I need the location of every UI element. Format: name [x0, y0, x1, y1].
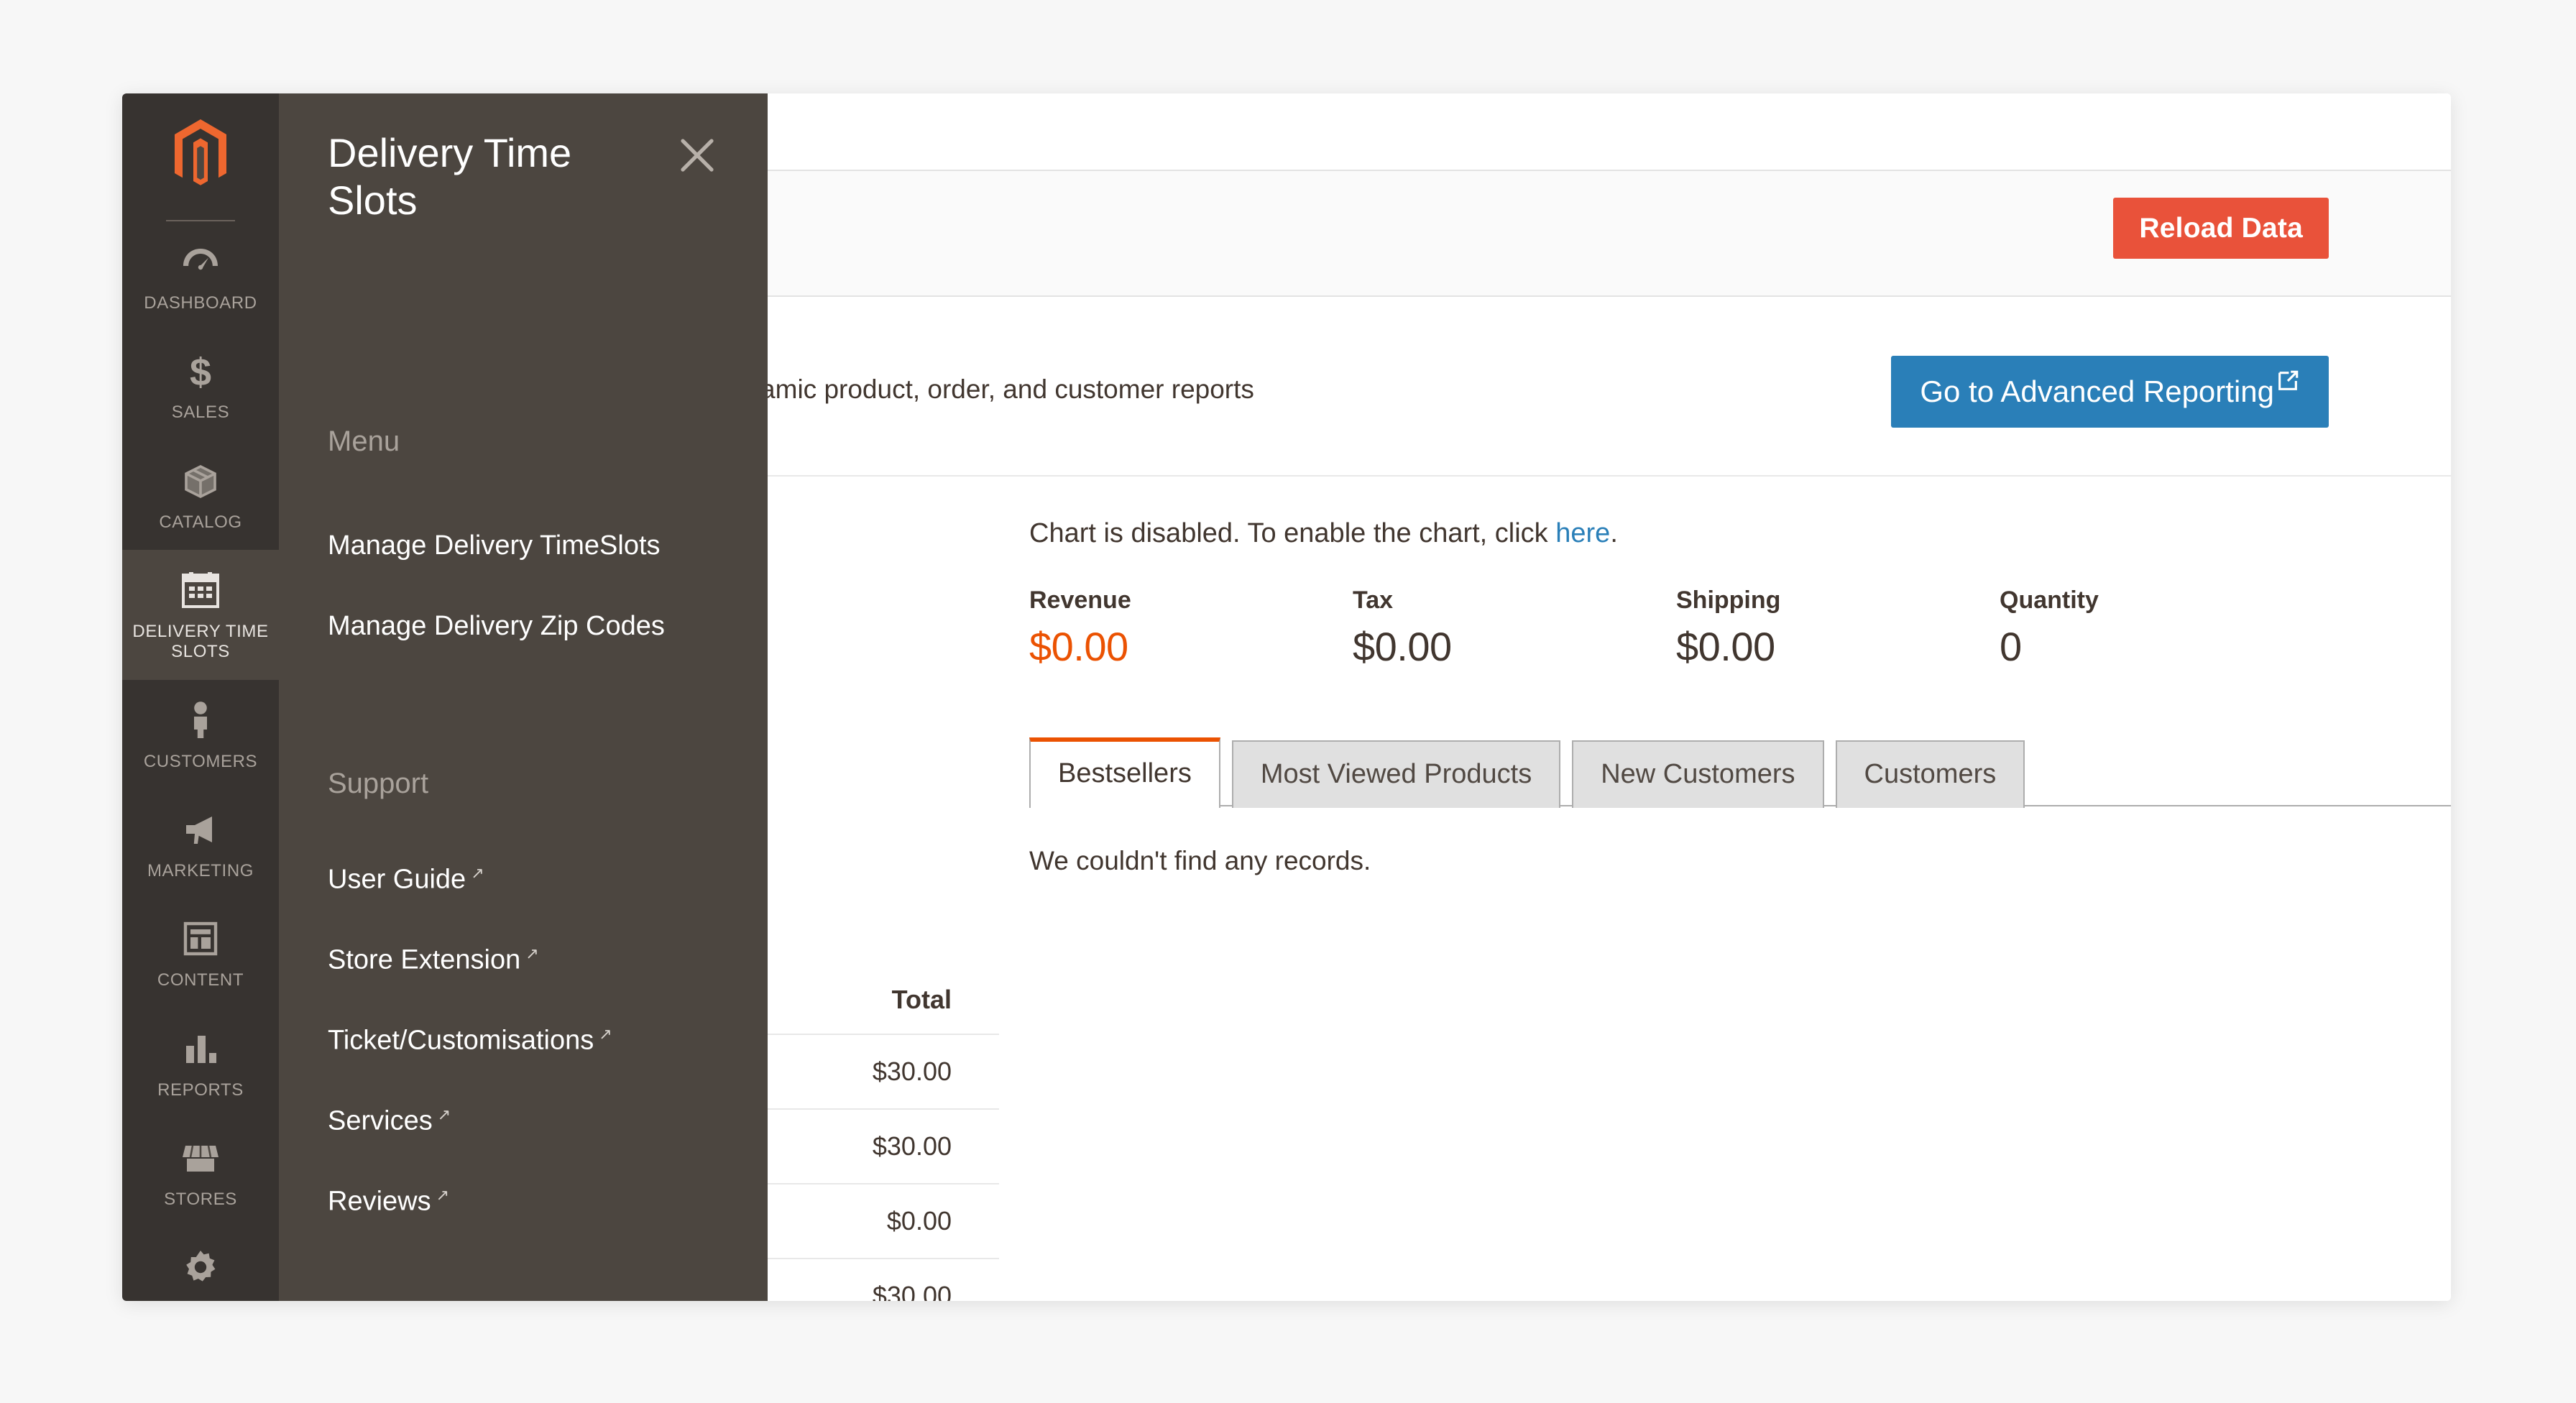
flyout-link-reviews[interactable]: Reviews ↗︎ — [328, 1186, 449, 1218]
flyout-title: Delivery Time Slots — [328, 130, 572, 224]
sidebar-item-label: CONTENT — [157, 970, 244, 990]
external-link-icon: ↗︎ — [436, 1186, 450, 1204]
sidebar-item-catalog[interactable]: CATALOG — [122, 441, 279, 550]
dollar-icon: $ — [125, 349, 276, 392]
dashboard-tabs: Bestsellers Most Viewed Products New Cus… — [1000, 737, 2451, 808]
chart-disabled-period: . — [1610, 518, 1618, 548]
sidebar-item-stores[interactable]: STORES — [122, 1118, 279, 1227]
stats-row: Revenue $0.00 Tax $0.00 Shipping $0.00 Q… — [1029, 586, 2451, 670]
person-icon — [125, 699, 276, 742]
admin-sidebar: DASHBOARD $ SALES CATALOG DELIVERY TIME … — [122, 93, 279, 1301]
admin-window: Reload Data d of your business' performa… — [122, 93, 2451, 1301]
flyout-link-manage-delivery-timeslots[interactable]: Manage Delivery TimeSlots — [328, 530, 661, 561]
tab-new-customers[interactable]: New Customers — [1572, 740, 1824, 808]
stat-label: Quantity — [2000, 586, 2099, 614]
megaphone-icon — [125, 808, 276, 851]
layout-icon — [125, 917, 276, 960]
reload-data-button[interactable]: Reload Data — [2113, 198, 2329, 259]
stat-label: Shipping — [1676, 586, 1781, 614]
stat-label: Revenue — [1029, 586, 1131, 614]
stat-value: $0.00 — [1029, 624, 1128, 669]
close-icon[interactable] — [676, 134, 719, 177]
sidebar-item-dashboard[interactable]: DASHBOARD — [122, 221, 279, 331]
enable-chart-link[interactable]: here — [1555, 518, 1610, 548]
gear-icon — [125, 1246, 276, 1289]
chart-disabled-text: Chart is disabled. To enable the chart, … — [1029, 518, 1556, 548]
delivery-time-slots-flyout: Delivery Time Slots Menu Manage Delivery… — [279, 93, 768, 1301]
flyout-link-store-extension[interactable]: Store Extension ↗︎ — [328, 944, 539, 976]
calendar-icon — [125, 569, 276, 612]
external-link-icon: ↗︎ — [471, 864, 484, 882]
flyout-link-manage-delivery-zip-codes[interactable]: Manage Delivery Zip Codes — [328, 611, 665, 642]
stat-quantity: Quantity 0 — [2000, 586, 2099, 670]
external-link-icon: ↗︎ — [525, 944, 539, 962]
sidebar-item-label: CATALOG — [159, 512, 242, 532]
external-link-icon: ↗︎ — [437, 1105, 451, 1123]
sidebar-item-label: SYSTEM — [125, 1299, 276, 1301]
flyout-menu-heading: Menu — [328, 426, 400, 457]
gauge-icon — [125, 240, 276, 283]
sidebar-item-label: DASHBOARD — [144, 293, 257, 313]
magento-logo-icon[interactable] — [122, 93, 279, 214]
chart-disabled-message: Chart is disabled. To enable the chart, … — [1029, 518, 2451, 549]
box-icon — [125, 459, 276, 502]
sidebar-item-customers[interactable]: CUSTOMERS — [122, 680, 279, 789]
sidebar-item-label: CUSTOMERS — [143, 751, 258, 771]
sidebar-item-label: STORES — [164, 1189, 237, 1209]
go-to-advanced-reporting-button[interactable]: Go to Advanced Reporting — [1891, 356, 2329, 428]
advanced-reporting-button-label: Go to Advanced Reporting — [1920, 374, 2274, 408]
flyout-link-user-guide[interactable]: User Guide ↗︎ — [328, 864, 484, 896]
tab-customers[interactable]: Customers — [1835, 740, 2025, 808]
sidebar-item-marketing[interactable]: MARKETING — [122, 789, 279, 898]
sidebar-item-system[interactable]: SYSTEM — [122, 1227, 279, 1301]
flyout-link-services[interactable]: Services ↗︎ — [328, 1105, 451, 1137]
sidebar-item-label: SALES — [171, 402, 230, 423]
stat-value: $0.00 — [1676, 624, 1775, 669]
external-link-icon — [2276, 366, 2300, 400]
sidebar-item-label: DELIVERY TIME SLOTS — [132, 621, 269, 662]
flyout-link-ticket-customisations[interactable]: Ticket/Customisations ↗︎ — [328, 1025, 612, 1057]
sidebar-item-label: MARKETING — [147, 860, 254, 880]
svg-text:$: $ — [190, 351, 211, 391]
sidebar-item-delivery-time-slots[interactable]: DELIVERY TIME SLOTS — [122, 549, 279, 680]
stat-value: $0.00 — [1353, 624, 1452, 669]
stat-value: 0 — [2000, 624, 2022, 669]
stat-label: Tax — [1353, 586, 1394, 614]
flyout-link-label: User Guide — [328, 864, 466, 895]
storefront-icon — [125, 1136, 276, 1179]
stat-shipping: Shipping $0.00 — [1676, 586, 2000, 670]
sidebar-item-label: REPORTS — [157, 1080, 244, 1100]
tab-panel-empty-message: We couldn't find any records. — [1029, 846, 1371, 875]
sidebar-item-reports[interactable]: REPORTS — [122, 1008, 279, 1118]
tab-most-viewed-products[interactable]: Most Viewed Products — [1231, 740, 1561, 808]
flyout-support-heading: Support — [328, 768, 429, 799]
sidebar-item-sales[interactable]: $ SALES — [122, 331, 279, 440]
stat-tax: Tax $0.00 — [1353, 586, 1676, 670]
flyout-link-label: Ticket/Customisations — [328, 1025, 594, 1056]
flyout-link-label: Store Extension — [328, 944, 521, 975]
tab-bestsellers[interactable]: Bestsellers — [1029, 737, 1220, 808]
flyout-link-label: Reviews — [328, 1186, 431, 1217]
flyout-link-label: Services — [328, 1105, 433, 1136]
external-link-icon: ↗︎ — [599, 1025, 612, 1043]
bar-chart-icon — [125, 1027, 276, 1070]
stat-revenue: Revenue $0.00 — [1029, 586, 1353, 670]
sidebar-item-content[interactable]: CONTENT — [122, 898, 279, 1008]
